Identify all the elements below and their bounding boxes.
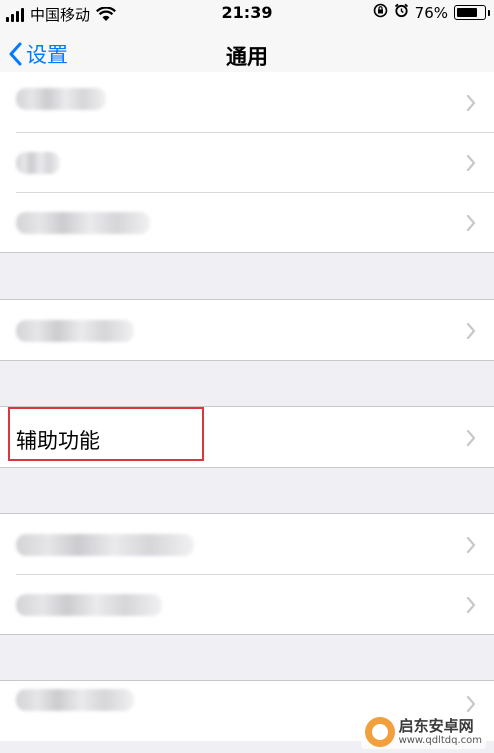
watermark-logo-icon: [364, 717, 395, 747]
list-item[interactable]: [0, 72, 494, 132]
redacted-label: [16, 88, 106, 110]
settings-group-4: [0, 513, 494, 635]
battery-icon: [454, 5, 490, 20]
status-bar: 中国移动 21:39 76%: [0, 0, 494, 26]
status-right: 76%: [373, 3, 490, 22]
chevron-right-icon: [466, 322, 476, 340]
watermark: 启东安卓网 www.qdltdq.com: [360, 715, 486, 749]
chevron-right-icon: [466, 695, 476, 713]
list-item-accessibility[interactable]: 辅助功能: [0, 407, 494, 467]
orientation-lock-icon: [373, 3, 388, 22]
chevron-right-icon: [466, 94, 476, 112]
chevron-right-icon: [466, 536, 476, 554]
redacted-label: [16, 594, 162, 616]
chevron-right-icon: [466, 154, 476, 172]
list-item[interactable]: [0, 132, 494, 192]
redacted-label: [16, 152, 60, 174]
watermark-name: 启东安卓网: [398, 717, 474, 736]
watermark-text: 启东安卓网 www.qdltdq.com: [399, 718, 482, 746]
list-item[interactable]: [0, 300, 494, 360]
list-item[interactable]: [0, 574, 494, 634]
list-item[interactable]: [0, 192, 494, 252]
redacted-label: [16, 212, 150, 234]
list-item[interactable]: [0, 514, 494, 574]
battery-percent: 76%: [414, 3, 448, 22]
chevron-right-icon: [466, 596, 476, 614]
accessibility-label: 辅助功能: [16, 429, 100, 453]
settings-group-3: 辅助功能: [0, 406, 494, 468]
settings-group-1: [0, 72, 494, 253]
redacted-label: [16, 689, 134, 711]
page-title: 通用: [226, 45, 268, 69]
redacted-label: [16, 320, 134, 342]
alarm-icon: [394, 3, 409, 22]
settings-group-2: [0, 299, 494, 361]
watermark-url: www.qdltdq.com: [398, 734, 482, 746]
redacted-label: [16, 534, 194, 556]
chevron-right-icon: [466, 214, 476, 232]
chevron-right-icon: [466, 429, 476, 447]
